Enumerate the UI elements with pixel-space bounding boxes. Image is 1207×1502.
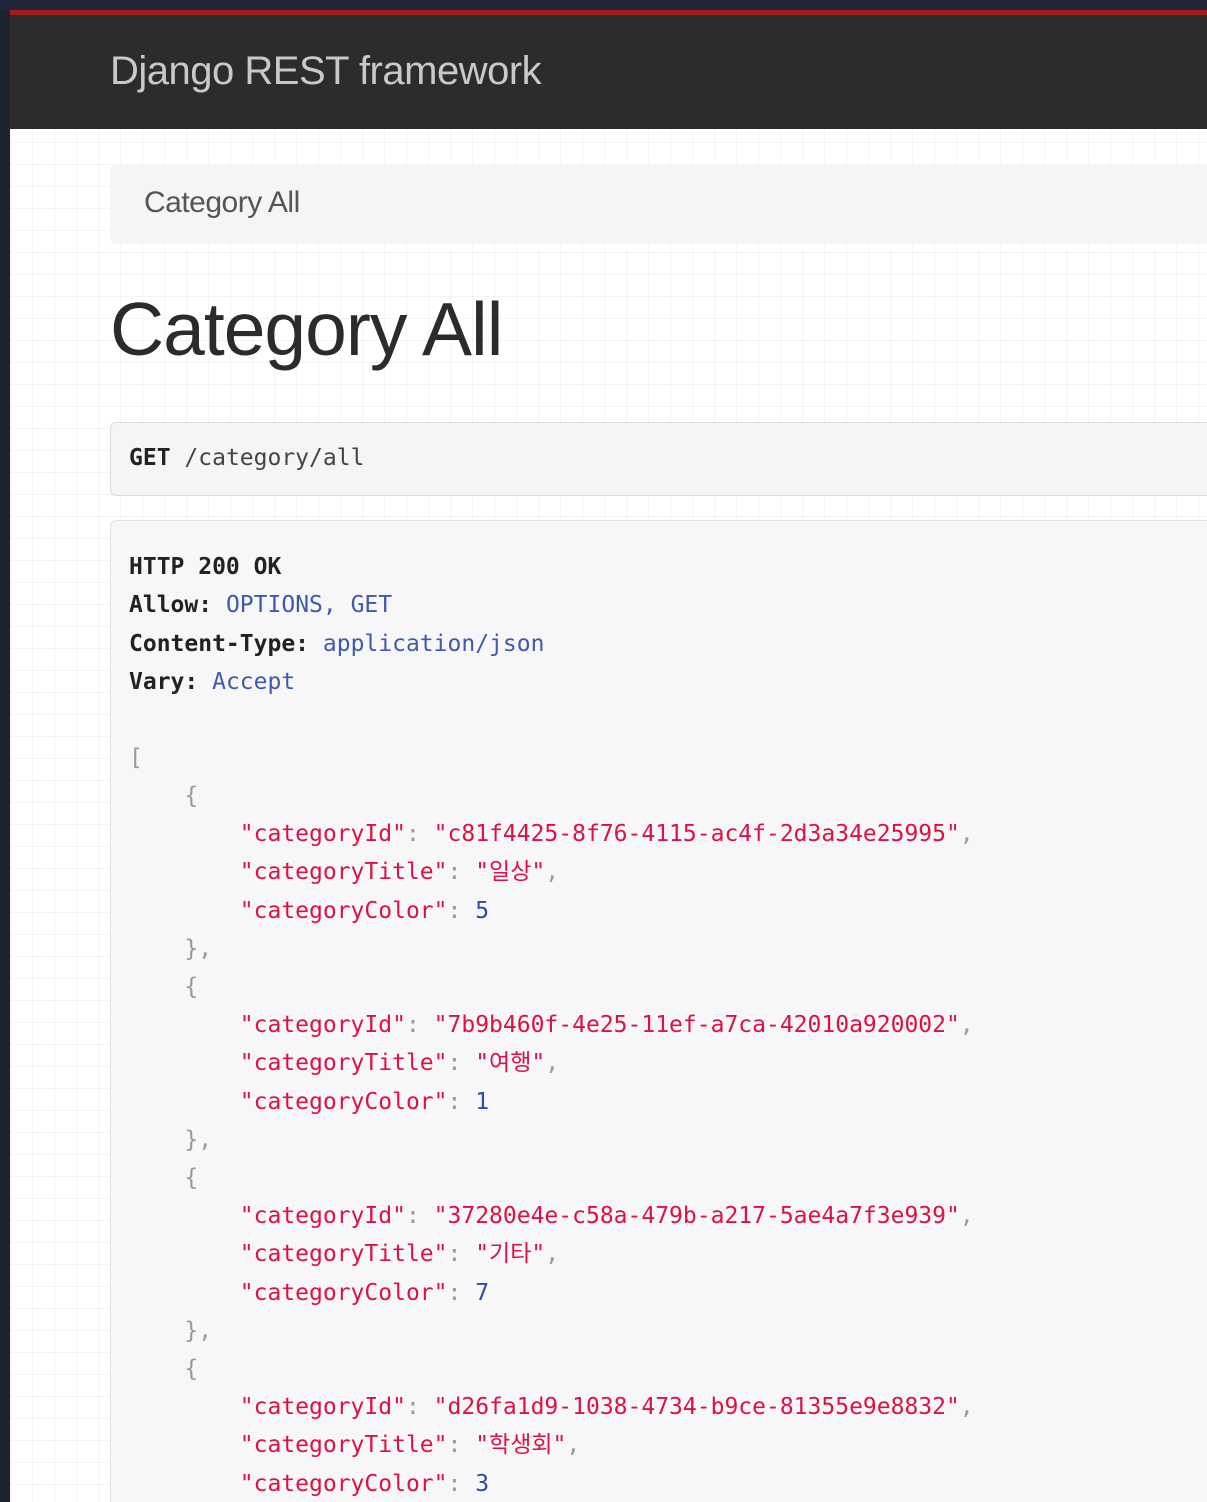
json-line-category-title: "categoryTitle": "학생회", xyxy=(239,1432,581,1458)
json-string: "일상" xyxy=(475,859,546,885)
json-key: "categoryId" xyxy=(239,1203,406,1229)
json-key: "categoryId" xyxy=(239,821,406,847)
response-status: HTTP 200 OK xyxy=(129,552,281,582)
header-name: Content-Type: xyxy=(129,631,310,657)
header-name: Allow: xyxy=(129,592,213,618)
json-open-brace: { xyxy=(129,1165,199,1191)
status-line: HTTP 200 OK xyxy=(129,554,282,580)
json-string: "d26fa1d9-1038-4734-b9ce-81355e9e8832" xyxy=(433,1394,960,1420)
response-header-vary: Vary: Accept xyxy=(129,667,295,697)
json-line-category-color: "categoryColor": 1 xyxy=(239,1089,490,1115)
breadcrumb-current[interactable]: Category All xyxy=(144,186,300,220)
request-path: /category/all xyxy=(184,445,365,471)
header-value: application/json xyxy=(322,631,545,657)
json-key: "categoryColor" xyxy=(239,1089,448,1115)
json-number: 7 xyxy=(475,1280,490,1306)
window-left-edge xyxy=(0,0,10,1502)
json-line-category-color: "categoryColor": 5 xyxy=(239,898,490,924)
page-title: Category All xyxy=(110,287,503,371)
json-line-category-title: "categoryTitle": "기타", xyxy=(239,1241,560,1267)
json-string: "c81f4425-8f76-4115-ac4f-2d3a34e25995" xyxy=(433,821,960,847)
json-key: "categoryColor" xyxy=(239,1280,448,1306)
json-string: "7b9b460f-4e25-11ef-a7ca-42010a920002" xyxy=(433,1012,960,1038)
json-key: "categoryId" xyxy=(239,1394,406,1420)
json-string: "여행" xyxy=(475,1050,546,1076)
response-info: HTTP 200 OK Allow: OPTIONS, GET Content-… xyxy=(110,520,1207,1502)
json-number: 1 xyxy=(475,1089,490,1115)
json-line-category-color: "categoryColor": 7 xyxy=(239,1280,490,1306)
json-line-category-id: "categoryId": "7b9b460f-4e25-11ef-a7ca-4… xyxy=(239,1012,974,1038)
json-line-category-id: "categoryId": "d26fa1d9-1038-4734-b9ce-8… xyxy=(239,1394,974,1420)
response-header-content-type: Content-Type: application/json xyxy=(129,629,544,659)
json-line-category-color: "categoryColor": 3 xyxy=(239,1471,490,1497)
json-key: "categoryTitle" xyxy=(239,1241,448,1267)
json-close-brace: }, xyxy=(129,936,213,962)
json-key: "categoryColor" xyxy=(239,898,448,924)
json-key: "categoryTitle" xyxy=(239,859,448,885)
json-open-brace: { xyxy=(129,974,199,1000)
request-info: GET /category/all xyxy=(110,422,1207,496)
json-string: "37280e4e-c58a-479b-a217-5ae4a7f3e939" xyxy=(433,1203,960,1229)
browser-page: Django REST framework Category All Categ… xyxy=(10,10,1207,1502)
header-name: Vary: xyxy=(129,669,199,695)
request-line: GET /category/all xyxy=(129,445,364,471)
json-close-brace: }, xyxy=(129,1318,213,1344)
json-key: "categoryTitle" xyxy=(239,1050,448,1076)
json-line-category-id: "categoryId": "37280e4e-c58a-479b-a217-5… xyxy=(239,1203,974,1229)
json-line-category-title: "categoryTitle": "여행", xyxy=(239,1050,560,1076)
json-key: "categoryId" xyxy=(239,1012,406,1038)
json-line-category-id: "categoryId": "c81f4425-8f76-4115-ac4f-2… xyxy=(239,821,974,847)
response-header-allow: Allow: OPTIONS, GET xyxy=(129,590,392,620)
window-top-edge xyxy=(0,0,1207,10)
json-key: "categoryColor" xyxy=(239,1471,448,1497)
json-string: "학생회" xyxy=(475,1432,567,1458)
header-value: Accept xyxy=(212,669,296,695)
json-open-brace: { xyxy=(129,1356,199,1382)
json-open-bracket: [ xyxy=(129,745,143,771)
json-close-brace: }, xyxy=(129,1127,213,1153)
json-key: "categoryTitle" xyxy=(239,1432,448,1458)
json-line-category-title: "categoryTitle": "일상", xyxy=(239,859,560,885)
json-number: 3 xyxy=(475,1471,490,1497)
request-method: GET xyxy=(129,445,171,471)
json-string: "기타" xyxy=(475,1241,546,1267)
navbar: Django REST framework xyxy=(10,10,1207,129)
breadcrumb: Category All xyxy=(110,164,1207,244)
json-open-brace: { xyxy=(129,783,199,809)
header-value: OPTIONS, GET xyxy=(225,592,393,618)
json-number: 5 xyxy=(475,898,490,924)
brand-link[interactable]: Django REST framework xyxy=(110,49,542,94)
